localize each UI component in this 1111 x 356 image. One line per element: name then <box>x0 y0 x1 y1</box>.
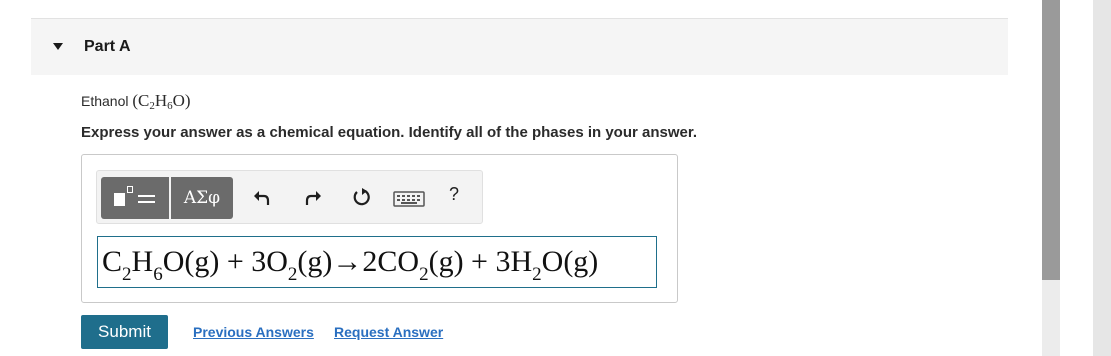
part-header[interactable]: Part A <box>31 18 1008 75</box>
instructions: Express your answer as a chemical equati… <box>81 124 698 141</box>
submit-button[interactable]: Submit <box>81 315 168 349</box>
answer-input[interactable]: C2H6O(g) + 3O2(g)→2CO2(g) + 3H2O(g) <box>97 236 657 288</box>
question-text: Ethanol (C2H6O) <box>81 91 191 112</box>
equation-subscript: 2 <box>419 264 429 285</box>
equation-text: (g) + 3H <box>428 245 533 278</box>
template-button[interactable] <box>101 177 169 219</box>
equation-text: C <box>102 245 123 278</box>
help-button[interactable]: ? <box>449 184 459 205</box>
undo-icon[interactable] <box>251 185 273 209</box>
template-placeholder-icon <box>127 186 133 193</box>
equation-subscript: 2 <box>287 264 298 285</box>
caret-down-icon[interactable] <box>53 43 63 50</box>
template-line-icon <box>138 195 155 197</box>
equation-text: O(g) + 3O <box>162 245 288 278</box>
equation-subscript: 2 <box>532 264 542 285</box>
formula-part: O) <box>172 91 191 110</box>
request-answer-link[interactable]: Request Answer <box>334 324 443 340</box>
formula-part: H <box>154 91 168 110</box>
answer-box: ΑΣφ ? C2H6O(g) + 3O2(g)→2CO2(g) + 3H2O(g… <box>81 154 678 303</box>
equation-subscript: 2 <box>122 264 132 285</box>
template-icon <box>114 193 125 206</box>
keyboard-icon[interactable] <box>393 187 425 211</box>
equation-text: O(g) <box>541 245 599 278</box>
toolbar-button-group: ΑΣφ <box>101 177 233 219</box>
question-formula: (C2H6O) <box>132 91 191 112</box>
reset-icon[interactable] <box>350 185 372 209</box>
question-prefix: Ethanol <box>81 93 133 109</box>
part-title: Part A <box>84 38 131 55</box>
redo-icon[interactable] <box>302 185 324 209</box>
scrollbar-thumb[interactable] <box>1042 0 1060 280</box>
equation-text: H <box>131 245 154 278</box>
formula-part: (C <box>132 91 150 110</box>
greek-symbols-button[interactable]: ΑΣφ <box>171 177 233 219</box>
template-line-icon <box>138 201 155 203</box>
equation-subscript: 6 <box>153 264 163 285</box>
equation-text: (g)→2CO <box>297 245 420 278</box>
previous-answers-link[interactable]: Previous Answers <box>193 324 314 340</box>
math-toolbar: ΑΣφ ? <box>96 170 483 224</box>
right-edge-panel <box>1093 0 1111 356</box>
